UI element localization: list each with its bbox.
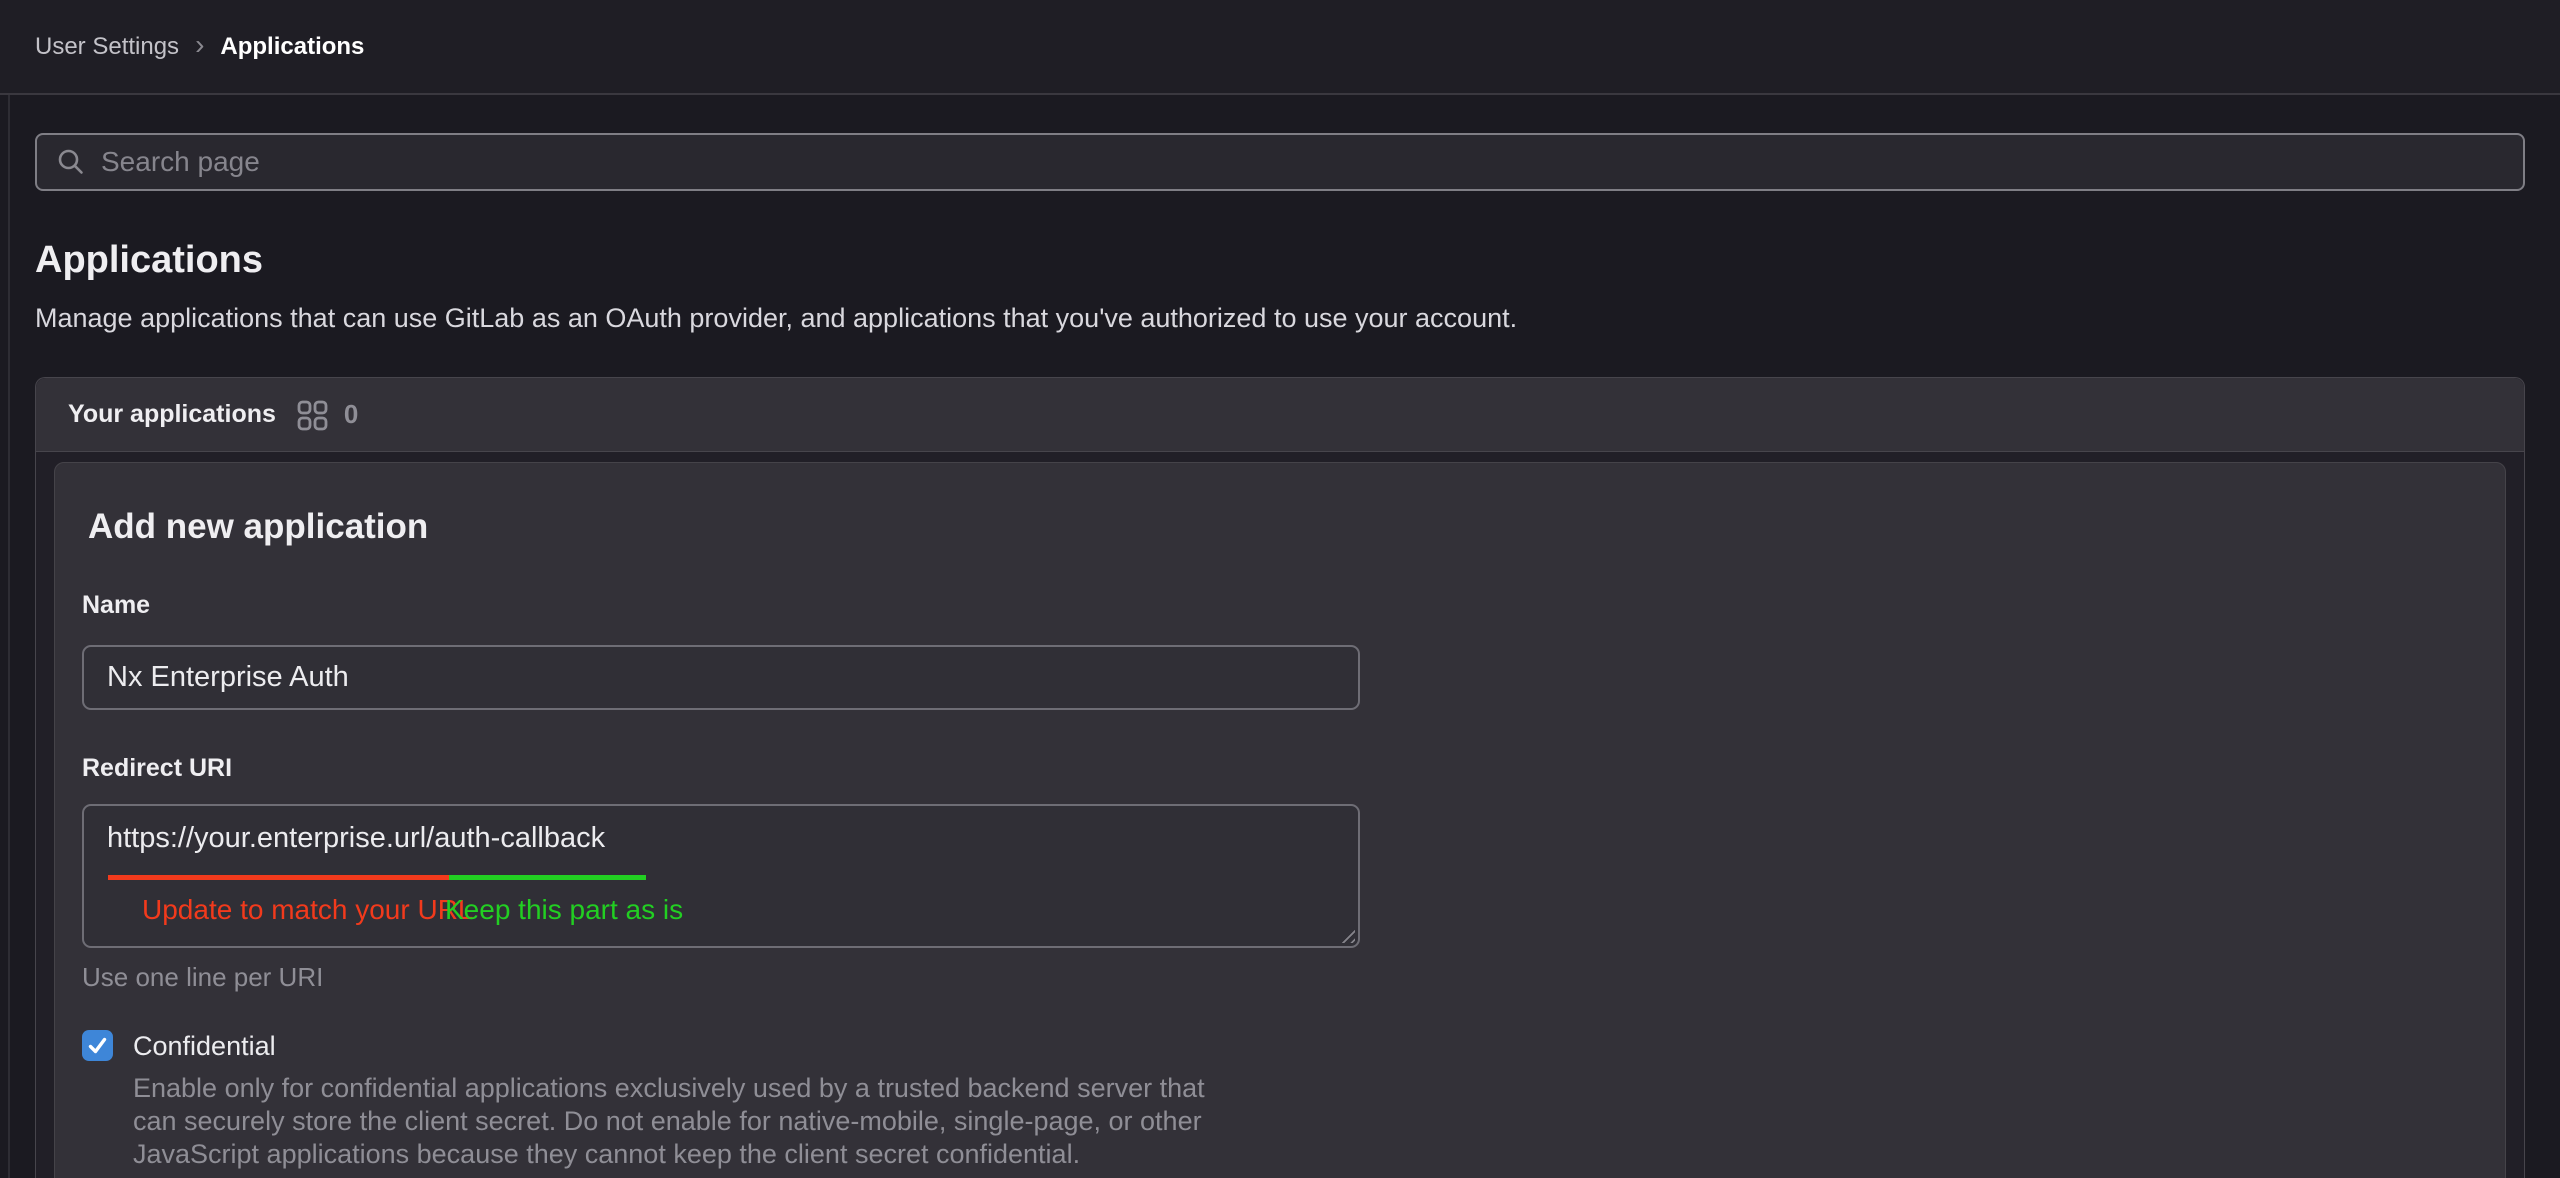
page-title: Applications <box>35 238 2525 282</box>
your-applications-body: Add new application Name Redirect URI ht… <box>36 452 2524 1178</box>
breadcrumb: User Settings › Applications <box>35 33 364 61</box>
textarea-resize-handle[interactable] <box>1337 925 1355 943</box>
breadcrumb-current-page: Applications <box>220 33 364 61</box>
top-bar: User Settings › Applications <box>0 0 2560 95</box>
your-applications-title: Your applications <box>68 400 276 429</box>
annotation-label-red: Update to match your URL <box>142 894 474 926</box>
your-applications-header: Your applications 0 <box>36 378 2524 452</box>
confidential-description-line: Enable only for confidential application… <box>133 1072 1205 1105</box>
redirect-uri-help-text: Use one line per URI <box>82 962 2477 992</box>
confidential-checkbox-row: Confidential Enable only for confidentia… <box>82 1030 2477 1171</box>
search-input[interactable] <box>101 146 2505 178</box>
search-icon <box>55 146 87 178</box>
gitlab-applications-settings-page: User Settings › Applications Application… <box>0 0 2560 1178</box>
confidential-checkbox[interactable] <box>82 1030 113 1061</box>
annotation-underline-green <box>449 875 646 880</box>
breadcrumb-user-settings-link[interactable]: User Settings <box>35 33 179 61</box>
add-new-application-heading: Add new application <box>82 507 2477 547</box>
redirect-uri-field-label: Redirect URI <box>82 754 2477 782</box>
page-content: Applications Manage applications that ca… <box>0 133 2560 1178</box>
annotation-underline-red <box>108 875 449 880</box>
page-description: Manage applications that can use GitLab … <box>35 303 2525 334</box>
left-gutter-divider <box>8 95 10 1178</box>
annotation-label-green: Keep this part as is <box>445 894 683 926</box>
applications-grid-icon <box>296 399 328 431</box>
confidential-checkbox-label[interactable]: Confidential <box>133 1030 1205 1062</box>
breadcrumb-chevron-icon: › <box>195 33 204 57</box>
name-field-label: Name <box>82 591 2477 619</box>
confidential-description-line: can securely store the client secret. Do… <box>133 1105 1205 1138</box>
redirect-uri-textarea[interactable]: https://your.enterprise.url/auth-callbac… <box>82 804 1360 948</box>
confidential-description-line: JavaScript applications because they can… <box>133 1138 1205 1171</box>
redirect-uri-value: https://your.enterprise.url/auth-callbac… <box>107 822 605 855</box>
checkmark-icon <box>86 1034 109 1057</box>
name-input[interactable] <box>82 645 1360 710</box>
confidential-description: Enable only for confidential application… <box>133 1072 1205 1171</box>
your-applications-card: Your applications 0 Add new application … <box>35 377 2525 1178</box>
search-box[interactable] <box>35 133 2525 191</box>
confidential-text-column: Confidential Enable only for confidentia… <box>133 1030 1205 1171</box>
applications-count-badge: 0 <box>344 399 358 430</box>
add-new-application-card: Add new application Name Redirect URI ht… <box>54 462 2506 1178</box>
